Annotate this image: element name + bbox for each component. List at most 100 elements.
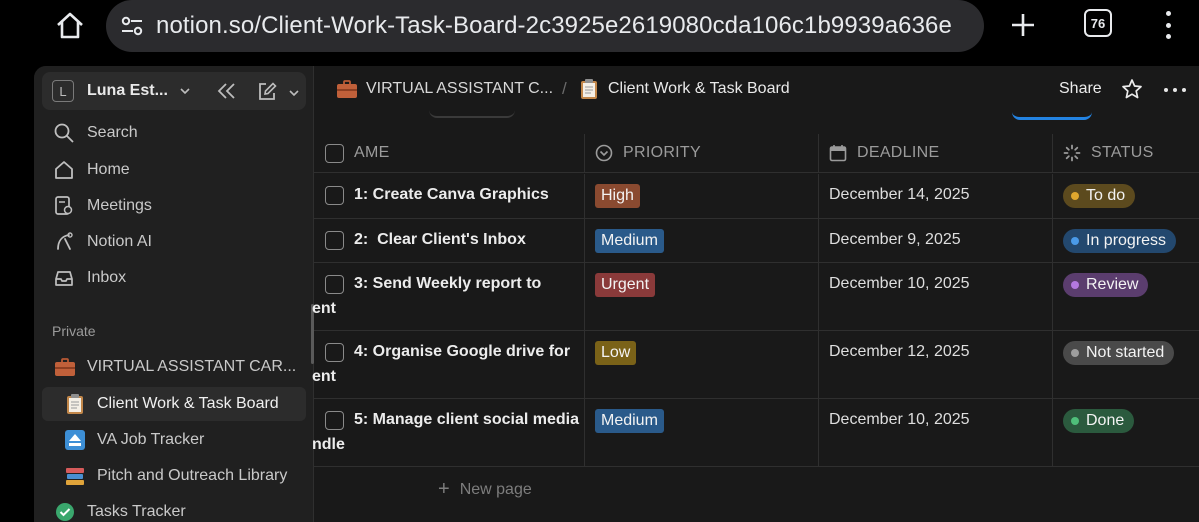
priority-tag[interactable]: Medium — [595, 229, 664, 253]
column-header-priority[interactable]: PRIORITY — [585, 134, 819, 172]
address-bar[interactable]: notion.so/Client-Work-Task-Board-2c3925e… — [106, 0, 984, 52]
sidebar-item-meetings[interactable]: Meetings — [42, 189, 306, 223]
collapse-sidebar-icon[interactable] — [216, 81, 238, 106]
row-checkbox[interactable] — [325, 231, 344, 250]
task-name-wrap: ent — [312, 300, 336, 317]
deadline-value[interactable]: December 10, 2025 — [829, 411, 970, 429]
table-row[interactable]: 2: Clear Client's Inbox Medium December … — [314, 219, 1199, 263]
deadline-value[interactable]: December 12, 2025 — [829, 343, 970, 361]
books-icon — [64, 465, 86, 487]
tab-switcher-button[interactable]: 76 — [1084, 9, 1112, 37]
inbox-icon — [52, 266, 76, 290]
sidebar-item-label: Meetings — [87, 197, 152, 214]
status-badge[interactable]: Not started — [1063, 341, 1175, 365]
select-property-icon — [595, 144, 613, 162]
status-dot — [1071, 192, 1079, 200]
new-page-button[interactable]: + New page — [438, 478, 532, 501]
task-name[interactable]: 2: Clear Client's Inbox — [354, 231, 526, 249]
eject-icon — [64, 429, 86, 451]
priority-tag[interactable]: Medium — [595, 409, 664, 433]
new-button-edge — [1012, 110, 1092, 120]
table-row[interactable]: 3: Send Weekly report to ent Urgent Dece… — [312, 263, 1199, 331]
status-badge[interactable]: To do — [1063, 184, 1136, 208]
star-icon[interactable] — [1121, 78, 1143, 105]
sidebar-item-label: Notion AI — [87, 233, 152, 250]
task-name-wrap: ndle — [312, 436, 345, 453]
new-tab-icon[interactable] — [1004, 6, 1042, 44]
home-icon[interactable] — [50, 6, 90, 46]
sidebar-item-home[interactable]: Home — [42, 153, 306, 187]
status-dot — [1071, 281, 1079, 289]
page-header: VIRTUAL ASSISTANT C... / Client Work & T… — [314, 66, 1199, 120]
calendar-icon — [829, 144, 847, 162]
sidebar-item-label: Search — [87, 124, 138, 141]
priority-tag[interactable]: Low — [595, 341, 637, 365]
url-text[interactable]: notion.so/Client-Work-Task-Board-2c3925e… — [156, 12, 952, 40]
sidebar-item-label: Client Work & Task Board — [97, 395, 279, 412]
briefcase-icon — [54, 356, 76, 378]
sidebar-item-search[interactable]: Search — [42, 116, 306, 150]
sidebar-page-client-work[interactable]: Client Work & Task Board — [42, 387, 306, 421]
search-icon — [52, 121, 76, 145]
browser-menu-icon[interactable] — [1158, 8, 1178, 42]
status-dot — [1071, 417, 1079, 425]
chevron-down-icon[interactable] — [288, 86, 300, 104]
priority-tag[interactable]: High — [595, 184, 640, 208]
column-header-status[interactable]: STATUS — [1053, 134, 1199, 172]
workspace-avatar: L — [52, 80, 74, 102]
task-name[interactable]: 4: Organise Google drive for — [354, 343, 570, 361]
status-dot — [1071, 349, 1079, 357]
row-checkbox[interactable] — [325, 275, 344, 294]
home-icon — [52, 158, 76, 182]
sidebar-item-label: Pitch and Outreach Library — [97, 467, 288, 484]
sidebar-page-pitch-outreach[interactable]: Pitch and Outreach Library — [42, 459, 306, 493]
sidebar-item-label: VA Job Tracker — [97, 431, 205, 448]
task-name[interactable]: 1: Create Canva Graphics — [354, 186, 549, 204]
sidebar-page-va-job-tracker[interactable]: VA Job Tracker — [42, 423, 306, 457]
sidebar-item-notion-ai[interactable]: Notion AI — [42, 225, 306, 259]
new-page-compose-icon[interactable] — [256, 81, 278, 108]
row-checkbox[interactable] — [325, 411, 344, 430]
section-label-private: Private — [52, 323, 96, 339]
clipboard-icon — [64, 393, 86, 415]
task-name[interactable]: 5: Manage client social media — [354, 411, 579, 429]
sidebar-page-tasks-tracker[interactable]: Tasks Tracker — [42, 495, 306, 522]
column-header-name[interactable]: AME — [314, 134, 585, 172]
briefcase-icon — [336, 79, 358, 104]
select-all-checkbox[interactable] — [325, 144, 344, 163]
sidebar-item-label: VIRTUAL ASSISTANT CAR... — [87, 358, 297, 375]
sidebar-item-label: Home — [87, 161, 130, 178]
sidebar-item-inbox[interactable]: Inbox — [42, 261, 306, 295]
status-loader-icon — [1063, 144, 1081, 162]
table-row[interactable]: 1: Create Canva Graphics High December 1… — [314, 174, 1199, 219]
table-row[interactable]: 5: Manage client social media ndle Mediu… — [312, 399, 1199, 467]
browser-toolbar: notion.so/Client-Work-Task-Board-2c3925e… — [0, 0, 1199, 66]
more-options-icon[interactable] — [1164, 88, 1186, 92]
status-badge[interactable]: In progress — [1063, 229, 1177, 253]
sidebar-page-virtual-assistant[interactable]: VIRTUAL ASSISTANT CAR... — [42, 350, 306, 384]
site-settings-icon[interactable] — [114, 8, 150, 44]
sidebar-item-label: Inbox — [87, 269, 127, 286]
column-header-deadline[interactable]: DEADLINE — [819, 134, 1053, 172]
task-name[interactable]: 3: Send Weekly report to — [354, 275, 541, 293]
priority-tag[interactable]: Urgent — [595, 273, 656, 297]
workspace-switcher[interactable]: L Luna Est... — [42, 72, 306, 110]
plus-icon: + — [438, 478, 450, 500]
deadline-value[interactable]: December 14, 2025 — [829, 186, 970, 204]
table-header-row: AME PRIORITY DEADLINE STATUS — [314, 134, 1199, 173]
breadcrumb-parent[interactable]: VIRTUAL ASSISTANT C... — [366, 80, 553, 98]
row-checkbox[interactable] — [325, 343, 344, 362]
deadline-value[interactable]: December 10, 2025 — [829, 275, 970, 293]
table-row[interactable]: 4: Organise Google drive for ent Low Dec… — [312, 331, 1199, 399]
breadcrumb-current[interactable]: Client Work & Task Board — [608, 80, 790, 98]
share-button[interactable]: Share — [1059, 80, 1102, 98]
row-checkbox[interactable] — [325, 186, 344, 205]
status-badge[interactable]: Review — [1063, 273, 1149, 297]
chevron-down-icon — [178, 84, 192, 98]
clipboard-icon — [580, 78, 598, 105]
sidebar: L Luna Est... Search Home Meetings Notio… — [34, 66, 314, 522]
deadline-value[interactable]: December 9, 2025 — [829, 231, 961, 249]
status-badge[interactable]: Done — [1063, 409, 1135, 433]
meetings-icon — [52, 194, 76, 218]
sidebar-item-label: Tasks Tracker — [87, 503, 186, 520]
